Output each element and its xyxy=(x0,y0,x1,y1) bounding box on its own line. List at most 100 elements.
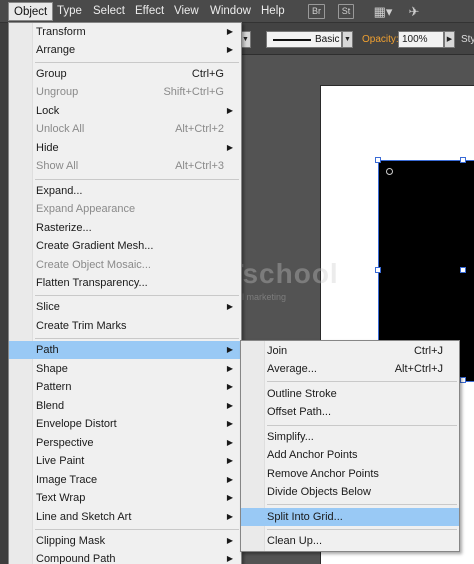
menu-select[interactable]: Select xyxy=(93,4,125,19)
menu-item-clipping-mask[interactable]: Clipping Mask ▶ xyxy=(9,532,241,550)
menu-help[interactable]: Help xyxy=(261,4,285,19)
handle-top-right[interactable] xyxy=(460,157,466,163)
submenu-arrow-icon: ▶ xyxy=(226,302,233,311)
submenu-item-join[interactable]: Join Ctrl+J xyxy=(241,342,459,360)
menu-separator xyxy=(267,504,457,505)
menu-item-label: Line and Sketch Art xyxy=(36,511,132,523)
menu-item-transform[interactable]: Transform ▶ xyxy=(9,23,241,41)
arrange-documents-icon[interactable]: ▦▾ xyxy=(370,4,396,19)
submenu-item-average[interactable]: Average... Alt+Ctrl+J xyxy=(241,360,459,378)
menu-item-text-wrap[interactable]: Text Wrap ▶ xyxy=(9,489,241,507)
menu-item-label: Path xyxy=(36,344,59,356)
menu-window[interactable]: Window xyxy=(210,4,251,19)
menu-item-hide[interactable]: Hide ▶ xyxy=(9,139,241,157)
menu-item-label: Outline Stroke xyxy=(267,388,337,400)
menu-item-expand[interactable]: Expand... xyxy=(9,182,241,200)
menu-item-slice[interactable]: Slice ▶ xyxy=(9,298,241,316)
menu-item-label: Shape xyxy=(36,363,68,375)
menu-item-rasterize[interactable]: Rasterize... xyxy=(9,219,241,237)
menu-item-lock[interactable]: Lock ▶ xyxy=(9,102,241,120)
submenu-arrow-icon: ▶ xyxy=(226,438,233,447)
tool-panel-edge xyxy=(0,23,8,564)
menu-item-label: Clean Up... xyxy=(267,535,323,547)
menu-item-label: Pattern xyxy=(36,381,72,393)
menu-item-envelope-distort[interactable]: Envelope Distort ▶ xyxy=(9,415,241,433)
menu-item-unlock-all: Unlock All Alt+Ctrl+2 xyxy=(9,120,241,138)
stroke-style-box[interactable]: Basic xyxy=(266,31,342,48)
submenu-arrow-icon: ▶ xyxy=(226,401,233,410)
handle-top-left[interactable] xyxy=(375,157,381,163)
menu-item-pattern[interactable]: Pattern ▶ xyxy=(9,378,241,396)
submenu-arrow-icon: ▶ xyxy=(226,512,233,521)
menu-item-group[interactable]: Group Ctrl+G xyxy=(9,65,241,83)
submenu-arrow-icon: ▶ xyxy=(226,382,233,391)
submenu-item-divide-objects-below[interactable]: Divide Objects Below xyxy=(241,483,459,501)
submenu-item-split-into-grid[interactable]: Split Into Grid... xyxy=(241,508,459,526)
stock-icon[interactable]: St xyxy=(338,4,354,19)
menu-item-label: Average... xyxy=(267,363,317,375)
submenu-arrow-icon: ▶ xyxy=(226,106,233,115)
menu-item-path[interactable]: Path ▶ xyxy=(9,341,241,359)
menu-item-perspective[interactable]: Perspective ▶ xyxy=(9,434,241,452)
menu-item-shortcut: Alt+Ctrl+3 xyxy=(175,160,224,172)
submenu-item-clean-up[interactable]: Clean Up... xyxy=(241,532,459,550)
menu-item-label: Simplify... xyxy=(267,431,314,443)
menu-item-flatten-transparency[interactable]: Flatten Transparency... xyxy=(9,274,241,292)
menu-item-line-and-sketch-art[interactable]: Line and Sketch Art ▶ xyxy=(9,508,241,526)
menu-item-label: Ungroup xyxy=(36,86,79,98)
handle-middle-right[interactable] xyxy=(460,267,466,273)
menu-item-label: Unlock All xyxy=(36,123,85,135)
bridge-icon[interactable]: Br xyxy=(308,4,325,19)
menu-type[interactable]: Type xyxy=(57,4,82,19)
opacity-input[interactable]: 100% xyxy=(398,31,444,48)
menu-item-label: Arrange xyxy=(36,44,76,56)
submenu-arrow-icon: ▶ xyxy=(226,493,233,502)
menu-view[interactable]: View xyxy=(174,4,199,19)
live-corner-widget[interactable] xyxy=(386,168,393,175)
gpu-performance-icon[interactable]: ✈ xyxy=(406,4,422,19)
menu-item-live-paint[interactable]: Live Paint ▶ xyxy=(9,452,241,470)
submenu-arrow-icon: ▶ xyxy=(226,345,233,354)
submenu-item-remove-anchor-points[interactable]: Remove Anchor Points xyxy=(241,465,459,483)
menu-effect[interactable]: Effect xyxy=(135,4,164,19)
submenu-arrow-icon: ▶ xyxy=(226,27,233,36)
menu-bar: Object Type Select Effect View Window He… xyxy=(0,0,474,23)
menu-item-compound-path[interactable]: Compound Path ▶ xyxy=(9,550,241,564)
submenu-item-offset-path[interactable]: Offset Path... xyxy=(241,403,459,421)
menu-item-arrange[interactable]: Arrange ▶ xyxy=(9,41,241,59)
opacity-label[interactable]: Opacity: xyxy=(362,34,399,45)
handle-bottom-right[interactable] xyxy=(460,377,466,383)
menu-item-label: Expand Appearance xyxy=(36,203,136,215)
menu-item-image-trace[interactable]: Image Trace ▶ xyxy=(9,471,241,489)
menu-item-shortcut: Alt+Ctrl+2 xyxy=(175,123,224,135)
menu-item-label: Remove Anchor Points xyxy=(267,468,379,480)
stroke-style-dropdown[interactable]: ▼ xyxy=(342,31,353,48)
menu-item-label: Expand... xyxy=(36,185,83,197)
menu-item-create-gradient-mesh[interactable]: Create Gradient Mesh... xyxy=(9,237,241,255)
opacity-dropdown[interactable]: ▶ xyxy=(444,31,455,48)
menu-separator xyxy=(35,529,239,530)
menu-item-label: Flatten Transparency... xyxy=(36,277,148,289)
menu-item-label: Live Paint xyxy=(36,455,85,467)
menu-item-shortcut: Ctrl+J xyxy=(413,345,443,357)
menu-item-label: Rasterize... xyxy=(36,222,92,234)
menu-item-create-trim-marks[interactable]: Create Trim Marks xyxy=(9,317,241,335)
menu-item-label: Transform xyxy=(36,26,86,38)
menu-item-blend[interactable]: Blend ▶ xyxy=(9,397,241,415)
style-label[interactable]: Sty xyxy=(461,34,474,45)
submenu-arrow-icon: ▶ xyxy=(226,554,233,563)
stroke-style-label: Basic xyxy=(315,34,340,45)
menu-separator xyxy=(267,425,457,426)
submenu-arrow-icon: ▶ xyxy=(226,419,233,428)
submenu-item-add-anchor-points[interactable]: Add Anchor Points xyxy=(241,446,459,464)
menu-item-label: Clipping Mask xyxy=(36,535,106,547)
submenu-item-outline-stroke[interactable]: Outline Stroke xyxy=(241,385,459,403)
menu-item-shape[interactable]: Shape ▶ xyxy=(9,360,241,378)
handle-middle-left[interactable] xyxy=(375,267,381,273)
menu-item-label: Envelope Distort xyxy=(36,418,117,430)
menu-object[interactable]: Object xyxy=(8,2,54,21)
submenu-item-simplify[interactable]: Simplify... xyxy=(241,428,459,446)
menu-item-ungroup: Ungroup Shift+Ctrl+G xyxy=(9,83,241,101)
menu-item-label: Group xyxy=(36,68,67,80)
menu-item-create-object-mosaic: Create Object Mosaic... xyxy=(9,256,241,274)
